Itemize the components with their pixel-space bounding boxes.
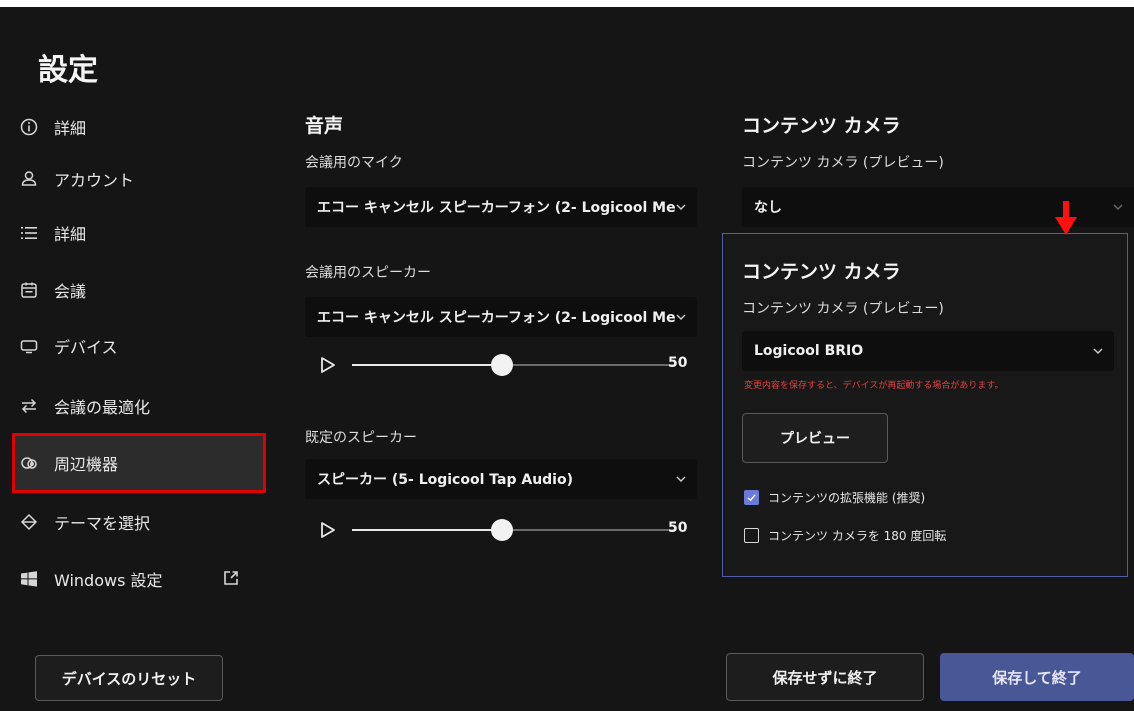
default-speaker-select[interactable]: スピーカー (5- Logicool Tap Audio) (305, 459, 697, 499)
sidebar-item-details[interactable]: 詳細 (18, 111, 248, 143)
sidebar-item-label: 詳細 (54, 119, 87, 138)
chevron-down-icon (1093, 348, 1103, 354)
sidebar-item-label: テーマを選択 (54, 514, 151, 533)
peripherals-icon (18, 452, 40, 474)
enhance-label: コンテンツの拡張機能 (推奨) (768, 491, 926, 505)
person-icon (18, 168, 40, 190)
monitor-icon (18, 335, 40, 357)
mic-select[interactable]: エコー キャンセル スピーカーフォン (2- Logicool Mee... (305, 187, 697, 227)
sidebar-item-account[interactable]: アカウント (18, 163, 248, 195)
exit-without-saving-button[interactable]: 保存せずに終了 (726, 653, 924, 701)
speaker-volume-slider[interactable]: 50 (320, 353, 692, 377)
default-speaker-select-value: スピーカー (5- Logicool Tap Audio) (317, 472, 573, 488)
reset-devices-button[interactable]: デバイスのリセット (35, 655, 223, 701)
speaker-label: 会議用のスピーカー (305, 265, 431, 281)
default-speaker-volume-slider[interactable]: 50 (320, 518, 692, 542)
play-icon[interactable] (320, 521, 336, 539)
chevron-down-icon (1113, 204, 1123, 210)
default-volume-value: 50 (668, 520, 688, 536)
sidebar-item-meetings[interactable]: 会議 (18, 274, 248, 306)
panel-camera-label: コンテンツ カメラ (プレビュー) (742, 301, 944, 317)
rotate-checkbox[interactable] (744, 528, 759, 543)
sidebar-item-label: 会議 (54, 282, 87, 301)
windows-icon (18, 568, 40, 590)
mic-select-value: エコー キャンセル スピーカーフォン (2- Logicool Mee... (317, 200, 675, 216)
settings-window: 設定 詳細 アカウント 詳細 会議 デバイス 会議の最適化 周辺機器 テーマを選… (0, 7, 1134, 711)
slider-thumb[interactable] (490, 519, 513, 541)
info-icon (18, 116, 40, 138)
slider-thumb[interactable] (490, 354, 513, 376)
arrows-icon (18, 395, 40, 417)
page-title: 設定 (38, 53, 98, 88)
sidebar-item-peripherals[interactable]: 周辺機器 (18, 447, 248, 479)
theme-icon (18, 511, 40, 533)
red-arrow-down-icon (1055, 201, 1077, 235)
sidebar-item-devices[interactable]: デバイス (18, 330, 248, 362)
audio-heading: 音声 (305, 115, 344, 137)
panel-camera-heading: コンテンツ カメラ (742, 261, 901, 283)
content-camera-heading: コンテンツ カメラ (742, 115, 901, 137)
speaker-select-value: エコー キャンセル スピーカーフォン (2- Logicool Mee... (317, 310, 675, 326)
speaker-select[interactable]: エコー キャンセル スピーカーフォン (2- Logicool Mee... (305, 297, 697, 337)
sidebar-item-label: デバイス (54, 338, 118, 357)
slider-fill (352, 364, 502, 366)
enhance-checkbox[interactable] (744, 490, 759, 505)
sidebar-item-optimization[interactable]: 会議の最適化 (18, 390, 248, 422)
external-link-icon[interactable] (222, 569, 240, 587)
panel-camera-select[interactable]: Logicool BRIO (742, 331, 1114, 371)
sidebar-item-theme[interactable]: テーマを選択 (18, 506, 248, 538)
default-speaker-label: 既定のスピーカー (305, 430, 417, 446)
slider-fill (352, 529, 502, 531)
enhance-checkbox-row[interactable]: コンテンツの拡張機能 (推奨) (744, 489, 925, 506)
preview-button[interactable]: プレビュー (742, 413, 888, 463)
list-icon (18, 222, 40, 244)
sidebar-item-windows-settings[interactable]: Windows 設定 (18, 563, 248, 595)
mic-label: 会議用のマイク (305, 155, 403, 171)
play-icon[interactable] (320, 356, 336, 374)
sidebar-item-label: 詳細 (54, 225, 87, 244)
sidebar-item-label: 会議の最適化 (54, 398, 151, 417)
chevron-down-icon (676, 314, 686, 320)
calendar-icon (18, 279, 40, 301)
restart-warning: 変更内容を保存すると、デバイスが再起動する場合があります。 (744, 381, 1004, 391)
rotate-label: コンテンツ カメラを 180 度回転 (768, 529, 947, 543)
content-camera-panel (722, 233, 1128, 577)
panel-camera-select-value: Logicool BRIO (754, 343, 864, 359)
rotate-checkbox-row[interactable]: コンテンツ カメラを 180 度回転 (744, 527, 946, 544)
sidebar-item-details-2[interactable]: 詳細 (18, 217, 248, 249)
content-camera-label: コンテンツ カメラ (プレビュー) (742, 155, 944, 171)
sidebar-item-label: アカウント (54, 171, 135, 190)
checkmark-icon (747, 494, 756, 502)
chevron-down-icon (676, 204, 686, 210)
sidebar-item-label: 周辺機器 (54, 455, 119, 474)
sidebar-item-label: Windows 設定 (54, 571, 163, 590)
speaker-volume-value: 50 (668, 355, 688, 371)
save-and-exit-button[interactable]: 保存して終了 (940, 653, 1134, 701)
chevron-down-icon (676, 476, 686, 482)
